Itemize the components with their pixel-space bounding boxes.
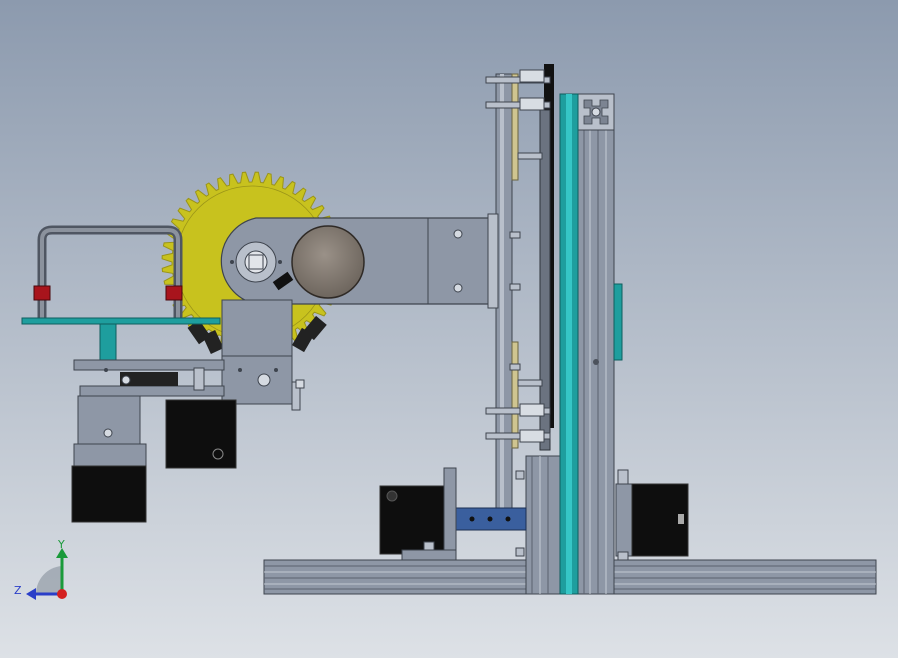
vertical-column-extrusion[interactable] xyxy=(577,125,615,595)
triad-y-label: Y xyxy=(57,538,65,551)
shoulder-bracket[interactable] xyxy=(221,299,305,411)
column-lower-block xyxy=(525,455,561,595)
carriage-rail-strip xyxy=(539,64,554,451)
gearbox-stepper-motor[interactable] xyxy=(71,395,147,523)
small-black-motor[interactable] xyxy=(165,399,237,469)
column-profile-cap xyxy=(577,93,615,131)
cad-scene[interactable]: Y Z xyxy=(0,0,898,658)
cad-viewport[interactable]: Y Z xyxy=(0,0,898,658)
right-stepper-motor[interactable] xyxy=(615,469,689,561)
triad-z-label: Z xyxy=(14,584,22,597)
x-axis-dot xyxy=(57,589,67,599)
coupling-shaft xyxy=(453,507,527,531)
